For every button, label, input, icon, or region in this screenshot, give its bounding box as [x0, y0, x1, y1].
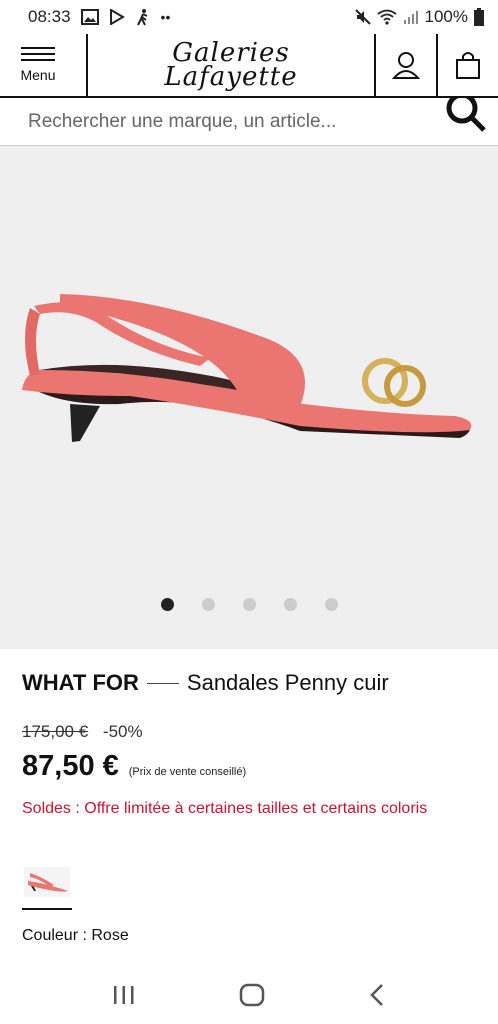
status-time: 08:33 — [28, 7, 71, 26]
menu-label: Menu — [20, 67, 56, 83]
galeries-lafayette-logo[interactable]: Galeries Lafayette — [88, 34, 374, 96]
mute-icon — [354, 9, 371, 25]
home-icon[interactable] — [239, 983, 265, 1007]
product-image — [22, 294, 472, 442]
walking-icon — [136, 9, 147, 26]
gallery-dot-3[interactable] — [242, 598, 256, 611]
user-icon — [391, 52, 421, 79]
product-title: WHAT FOR Sandales Penny cuir — [22, 670, 389, 696]
cart-button[interactable] — [436, 34, 498, 96]
wifi-icon — [376, 9, 397, 25]
price-row: 87,50 € (Prix de vente conseillé) — [22, 750, 246, 783]
system-navigation-bar — [0, 966, 498, 1024]
gallery-dot-1[interactable] — [160, 598, 174, 611]
play-store-icon — [109, 9, 125, 25]
account-button[interactable] — [374, 34, 436, 96]
discount-badge: -50% — [102, 722, 143, 741]
status-notifications: •• — [80, 8, 171, 26]
signal-icon — [403, 11, 418, 24]
status-bar: 08:33 •• 100% — [0, 0, 498, 34]
hamburger-icon — [21, 47, 55, 61]
shopping-bag-icon — [456, 52, 480, 79]
title-separator — [146, 682, 179, 684]
price-note: (Prix de vente conseillé) — [128, 766, 247, 778]
gallery-icon — [80, 9, 99, 25]
search-input[interactable] — [28, 110, 428, 133]
gallery-pagination — [0, 598, 498, 611]
back-icon[interactable] — [368, 983, 386, 1007]
old-price: 175,00 € — [22, 722, 89, 741]
search-icon[interactable] — [444, 98, 488, 132]
gallery-dot-5[interactable] — [324, 598, 338, 611]
recent-apps-icon[interactable] — [112, 984, 136, 1006]
gallery-dot-4[interactable] — [283, 598, 297, 611]
sale-notice: Soldes : Offre limitée à certaines taill… — [22, 800, 428, 817]
battery-level: 100% — [424, 7, 468, 26]
swatch-thumbnail — [24, 867, 70, 897]
color-label: Couleur : Rose — [22, 927, 129, 944]
battery-icon — [474, 8, 484, 26]
site-header: Menu Galeries Lafayette — [0, 34, 498, 98]
product-brand[interactable]: WHAT FOR — [22, 670, 139, 696]
color-swatch-rose[interactable] — [22, 856, 72, 910]
more-notifications-icon: •• — [160, 9, 171, 25]
gallery-dot-2[interactable] — [201, 598, 215, 611]
old-price-row: 175,00 € -50% — [22, 722, 143, 742]
status-system: 100% — [354, 7, 484, 27]
product-image-gallery[interactable] — [0, 146, 498, 649]
product-name: Sandales Penny cuir — [186, 670, 389, 695]
current-price: 87,50 € — [22, 750, 119, 782]
search-bar — [0, 98, 498, 146]
logo-line-2: Lafayette — [164, 62, 298, 92]
menu-button[interactable]: Menu — [0, 34, 88, 96]
